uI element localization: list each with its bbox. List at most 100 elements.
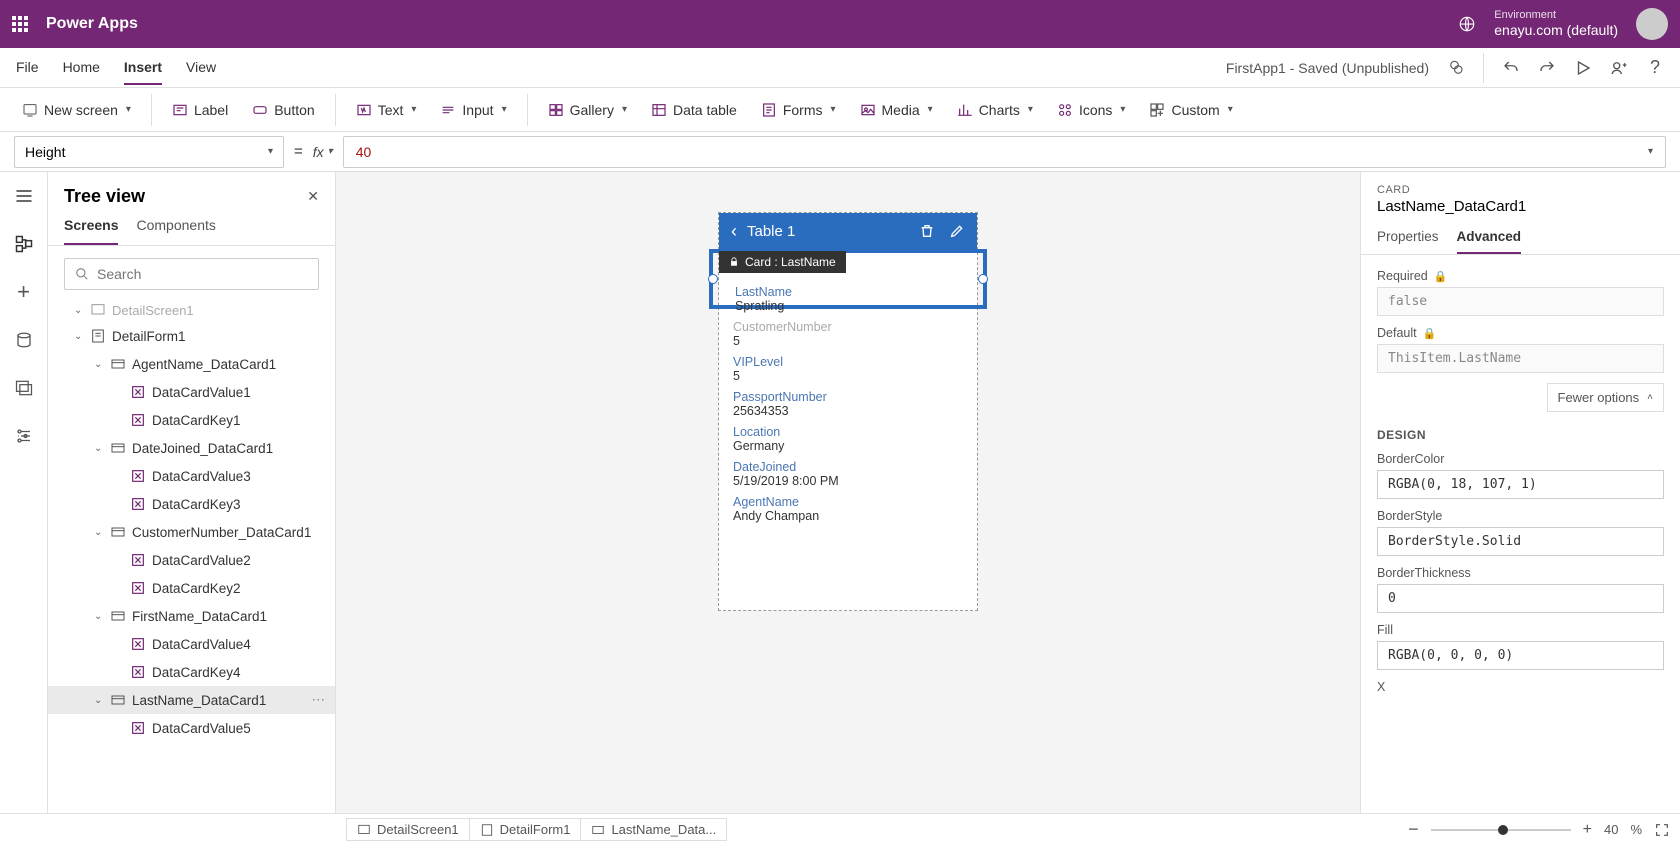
- media-rail-icon[interactable]: [12, 376, 36, 400]
- settings-rail-icon[interactable]: [12, 424, 36, 448]
- text-dropdown[interactable]: Text▾: [346, 98, 427, 122]
- forms-icon: [761, 102, 777, 118]
- prop-input[interactable]: RGBA(0, 0, 0, 0): [1377, 641, 1664, 670]
- tree-item[interactable]: ⌄LastName_DataCard1⋯: [48, 686, 335, 714]
- button-button[interactable]: Button: [242, 98, 324, 122]
- user-avatar[interactable]: [1636, 8, 1668, 40]
- custom-dropdown[interactable]: Custom▾: [1139, 98, 1242, 122]
- form-field[interactable]: LocationGermany: [733, 425, 963, 453]
- rp-tab-advanced[interactable]: Advanced: [1457, 225, 1522, 254]
- input-icon: [440, 102, 456, 118]
- tree-item[interactable]: DataCardKey4: [48, 658, 335, 686]
- form-field[interactable]: CustomerNumber5: [733, 320, 963, 348]
- charts-dropdown[interactable]: Charts▾: [947, 98, 1043, 122]
- rp-tab-properties[interactable]: Properties: [1377, 225, 1439, 254]
- data-icon[interactable]: [12, 328, 36, 352]
- tree-view-icon[interactable]: [12, 232, 36, 256]
- zoom-controls: − + 40 %: [1408, 819, 1670, 840]
- add-icon[interactable]: +: [12, 280, 36, 304]
- tree-search[interactable]: [64, 258, 319, 290]
- form-field[interactable]: AgentNameAndy Champan: [733, 495, 963, 523]
- undo-icon[interactable]: [1502, 59, 1520, 77]
- form-field[interactable]: VIPLevel5: [733, 355, 963, 383]
- tree-item[interactable]: DataCardValue2: [48, 546, 335, 574]
- required-label: Required🔒: [1377, 269, 1664, 283]
- icons-dropdown[interactable]: Icons▾: [1047, 98, 1136, 122]
- tree-body[interactable]: ⌄DetailScreen1⌄DetailForm1⌄AgentName_Dat…: [48, 302, 335, 813]
- fit-icon[interactable]: [1654, 822, 1670, 838]
- canvas[interactable]: ‹ Table 1 Card : LastName LastNameSpratl…: [336, 172, 1360, 813]
- delete-icon[interactable]: [919, 223, 935, 239]
- tree-tab-screens[interactable]: Screens: [64, 211, 118, 245]
- play-icon[interactable]: [1574, 59, 1592, 77]
- tree-item[interactable]: ⌄DateJoined_DataCard1: [48, 434, 335, 462]
- gallery-dropdown[interactable]: Gallery▾: [538, 98, 637, 122]
- breadcrumb-item[interactable]: LastName_Data...: [580, 818, 727, 841]
- prop-input[interactable]: BorderStyle.Solid: [1377, 527, 1664, 556]
- device-body: LastNameSpratling CustomerNumber5 VIPLevel…: [719, 249, 977, 610]
- zoom-slider[interactable]: [1431, 829, 1571, 831]
- tree-item[interactable]: ⌄FirstName_DataCard1: [48, 602, 335, 630]
- breadcrumb-item[interactable]: DetailForm1: [469, 818, 582, 841]
- fewer-options-button[interactable]: Fewer options ˄: [1547, 383, 1665, 412]
- new-screen-button[interactable]: New screen▾: [12, 98, 141, 122]
- redo-icon[interactable]: [1538, 59, 1556, 77]
- default-label: Default🔒: [1377, 326, 1664, 340]
- tree-item[interactable]: DataCardValue4: [48, 630, 335, 658]
- menu-home[interactable]: Home: [63, 51, 100, 85]
- tree-item[interactable]: DataCardValue5: [48, 714, 335, 742]
- tree-item[interactable]: DataCardValue1: [48, 378, 335, 406]
- media-dropdown[interactable]: Media▾: [850, 98, 943, 122]
- menu-bar: File Home Insert View FirstApp1 - Saved …: [0, 48, 1680, 88]
- tree-item[interactable]: ⌄CustomerNumber_DataCard1: [48, 518, 335, 546]
- form-field[interactable]: PassportNumber25634353: [733, 390, 963, 418]
- icons-icon: [1057, 102, 1073, 118]
- charts-icon: [957, 102, 973, 118]
- table-icon: [651, 102, 667, 118]
- zoom-unit: %: [1630, 822, 1642, 837]
- tree-tab-components[interactable]: Components: [136, 211, 215, 245]
- default-input[interactable]: ThisItem.LastName: [1377, 344, 1664, 373]
- close-tree-icon[interactable]: ✕: [307, 188, 319, 205]
- tree-item[interactable]: DataCardKey1: [48, 406, 335, 434]
- tree-item[interactable]: ⌄AgentName_DataCard1: [48, 350, 335, 378]
- tree-item[interactable]: ⌄DetailForm1: [48, 322, 335, 350]
- menu-insert[interactable]: Insert: [124, 51, 162, 85]
- required-input[interactable]: false: [1377, 287, 1664, 316]
- back-icon[interactable]: ‹: [731, 221, 737, 242]
- app-checker-icon[interactable]: [1447, 59, 1465, 77]
- app-launcher-icon[interactable]: [12, 16, 28, 32]
- formula-input[interactable]: 40 ▾: [343, 136, 1666, 168]
- environment-label: Environment: [1494, 9, 1618, 22]
- forms-dropdown[interactable]: Forms▾: [751, 98, 846, 122]
- label-button[interactable]: Label: [162, 98, 238, 122]
- property-selector[interactable]: Height ▾: [14, 136, 284, 168]
- edit-icon[interactable]: [949, 223, 965, 239]
- form-field[interactable]: LastNameSpratling: [733, 285, 963, 313]
- fx-label[interactable]: fx▾: [313, 144, 333, 160]
- hamburger-icon[interactable]: [12, 184, 36, 208]
- device-preview[interactable]: ‹ Table 1 Card : LastName LastNameSpratl…: [718, 212, 978, 611]
- prop-label: BorderThickness: [1377, 566, 1664, 580]
- tree-item[interactable]: DataCardKey2: [48, 574, 335, 602]
- prop-input[interactable]: 0: [1377, 584, 1664, 613]
- menu-tabs: File Home Insert View: [16, 51, 216, 85]
- menu-view[interactable]: View: [186, 51, 216, 85]
- x-label: X: [1377, 680, 1664, 694]
- save-status: FirstApp1 - Saved (Unpublished): [1226, 60, 1429, 76]
- help-icon[interactable]: ?: [1646, 59, 1664, 77]
- menu-file[interactable]: File: [16, 51, 39, 85]
- tree-item[interactable]: DataCardValue3: [48, 462, 335, 490]
- prop-input[interactable]: RGBA(0, 18, 107, 1): [1377, 470, 1664, 499]
- environment-selector[interactable]: Environment enayu.com (default): [1494, 9, 1618, 39]
- form-icon: [480, 823, 494, 837]
- form-field[interactable]: DateJoined5/19/2019 8:00 PM: [733, 460, 963, 488]
- breadcrumb-item[interactable]: DetailScreen1: [346, 818, 470, 841]
- data-table-button[interactable]: Data table: [641, 98, 747, 122]
- tree-item[interactable]: DataCardKey3: [48, 490, 335, 518]
- zoom-in-button[interactable]: +: [1583, 821, 1592, 839]
- input-dropdown[interactable]: Input▾: [430, 98, 516, 122]
- share-icon[interactable]: [1610, 59, 1628, 77]
- zoom-out-button[interactable]: −: [1408, 819, 1419, 840]
- tree-search-input[interactable]: [97, 266, 308, 282]
